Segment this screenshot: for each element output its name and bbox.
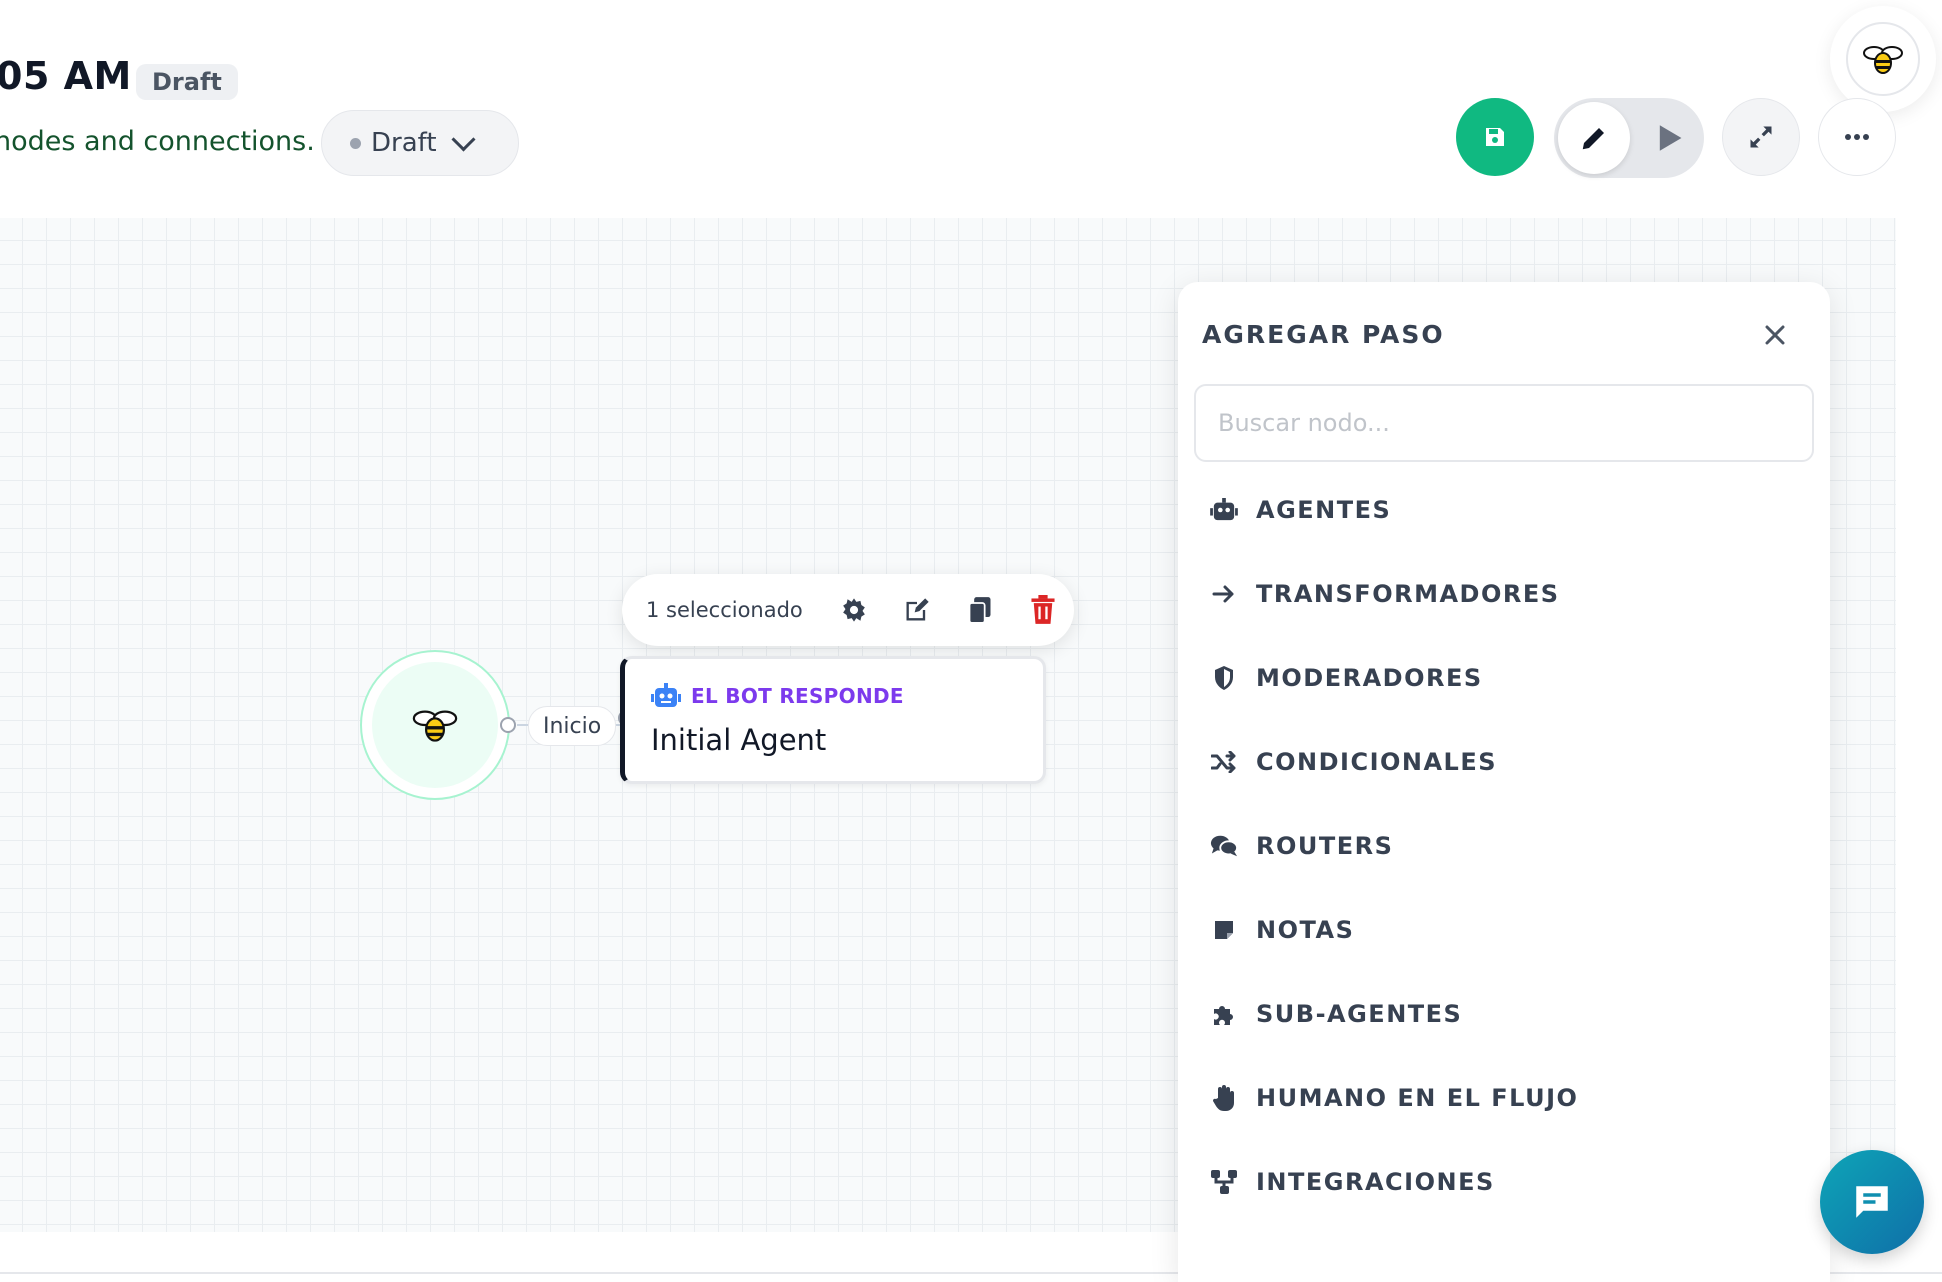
expand-button[interactable] [1722, 98, 1800, 176]
chat-icon [1856, 1186, 1888, 1218]
bee-icon [1846, 22, 1920, 96]
status-select-value: Draft [371, 128, 437, 158]
category-condicionales[interactable]: CONDICIONALES [1210, 742, 1497, 782]
trash-icon [1031, 595, 1055, 624]
category-label: AGENTES [1256, 496, 1392, 524]
category-label: TRANSFORMADORES [1256, 580, 1560, 608]
shield-icon [1210, 664, 1238, 692]
shuffle-icon [1210, 748, 1238, 776]
edit-button[interactable] [886, 580, 949, 640]
category-moderadores[interactable]: MODERADORES [1210, 658, 1483, 698]
agent-node-name: Initial Agent [651, 723, 827, 757]
delete-button[interactable] [1011, 580, 1074, 640]
save-button[interactable] [1456, 98, 1534, 176]
category-humano-en-el-flujo[interactable]: HUMANO EN EL FLUJO [1210, 1078, 1578, 1118]
bee-icon [412, 710, 458, 742]
category-integraciones[interactable]: INTEGRACIONES [1210, 1162, 1495, 1202]
chevron-down-icon [451, 126, 476, 152]
category-transformadores[interactable]: TRANSFORMADORES [1210, 574, 1560, 614]
hand-icon [1210, 1084, 1238, 1112]
expand-arrows-icon [1750, 126, 1772, 148]
category-notas[interactable]: NOTAS [1210, 910, 1354, 950]
category-label: INTEGRACIONES [1256, 1168, 1495, 1196]
category-label: CONDICIONALES [1256, 748, 1498, 776]
robot-icon [651, 683, 681, 707]
chat-button[interactable] [1820, 1150, 1924, 1254]
close-icon [1765, 325, 1785, 345]
category-sub-agentes[interactable]: SUB-AGENTES [1210, 994, 1462, 1034]
play-icon [1659, 125, 1682, 151]
robot-icon [1210, 496, 1238, 524]
note-icon [1210, 916, 1238, 944]
selection-count: 1 seleccionado [646, 598, 803, 622]
category-label: SUB-AGENTES [1256, 1000, 1463, 1028]
page-title: 05 AM [0, 54, 132, 98]
floppy-disk-icon [1486, 128, 1504, 146]
category-routers[interactable]: ROUTERS [1210, 826, 1393, 866]
copy-icon [968, 597, 991, 624]
settings-button[interactable] [823, 580, 886, 640]
puzzle-icon [1210, 1000, 1238, 1028]
nodes-icon [1210, 1168, 1238, 1196]
category-label: NOTAS [1256, 916, 1355, 944]
more-options-button[interactable] [1818, 98, 1896, 176]
gear-icon [843, 598, 865, 622]
status-badge: Draft [136, 64, 238, 100]
ellipsis-icon [1845, 134, 1869, 140]
status-select[interactable]: Draft [321, 110, 519, 176]
avatar[interactable] [1830, 6, 1936, 112]
start-node-output-handle[interactable] [500, 717, 516, 733]
agent-node[interactable]: EL BOT RESPONDE Initial Agent [620, 656, 1046, 784]
duplicate-button[interactable] [948, 580, 1011, 640]
selection-toolbar: 1 seleccionado [622, 574, 1074, 646]
category-label: ROUTERS [1256, 832, 1394, 860]
panel-title: AGREGAR PASO [1202, 320, 1445, 349]
status-dot [350, 137, 361, 149]
search-input[interactable] [1194, 384, 1814, 462]
edit-mode-button[interactable] [1558, 102, 1630, 174]
edge-label[interactable]: Inicio [528, 706, 617, 746]
comments-icon [1210, 832, 1238, 860]
category-label: HUMANO EN EL FLUJO [1256, 1084, 1579, 1112]
close-button[interactable] [1760, 320, 1790, 350]
play-mode-button[interactable] [1642, 102, 1698, 174]
mode-toggle[interactable] [1554, 98, 1704, 178]
arrow-right-icon [1210, 580, 1238, 608]
add-step-panel: AGREGAR PASO AGENTES TRANSFORMADORES MOD… [1178, 282, 1830, 1282]
start-node[interactable] [360, 650, 510, 800]
page-subtitle: nodes and connections. [0, 126, 315, 157]
edit-icon [906, 598, 929, 621]
category-agentes[interactable]: AGENTES [1210, 490, 1391, 530]
category-label: MODERADORES [1256, 664, 1483, 692]
agent-node-type: EL BOT RESPONDE [691, 684, 904, 708]
pencil-icon [1582, 128, 1604, 150]
